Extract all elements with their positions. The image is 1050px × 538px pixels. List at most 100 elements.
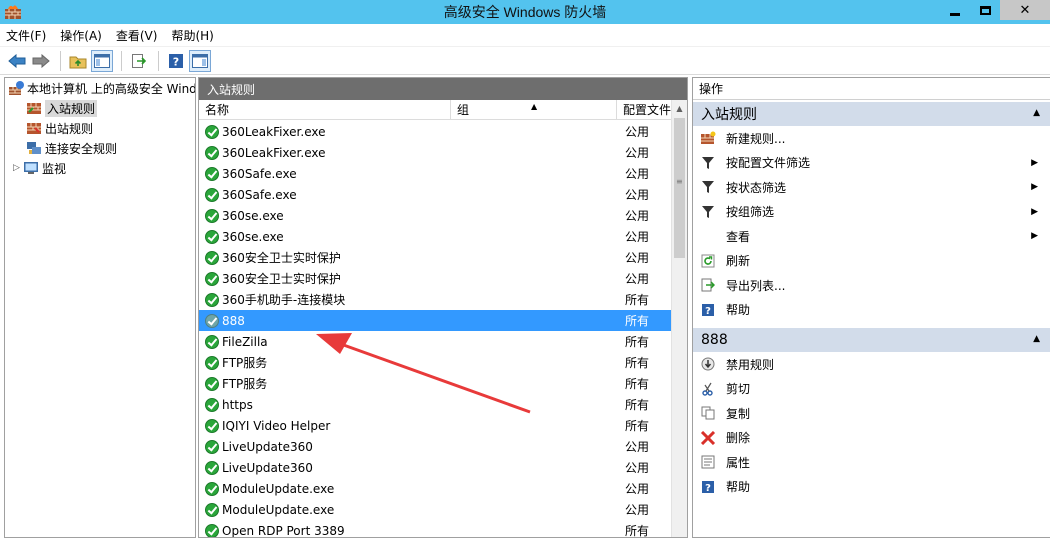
close-button[interactable]: ✕ [1000, 0, 1050, 20]
action-filter-profile[interactable]: 按配置文件筛选 ▶ [693, 151, 1050, 176]
rule-name-cell: 360LeakFixer.exe [199, 145, 617, 160]
scroll-thumb[interactable]: ≡ [674, 118, 685, 258]
rule-name-cell: 360LeakFixer.exe [199, 124, 617, 139]
enabled-check-icon [205, 229, 219, 244]
column-name[interactable]: 名称 [199, 99, 451, 120]
table-row[interactable]: ModuleUpdate.exe 公用 [199, 499, 671, 520]
rule-name-cell: FileZilla [199, 334, 617, 349]
forward-button[interactable] [30, 50, 52, 72]
show-tree-button[interactable] [91, 49, 113, 72]
menu-file[interactable]: 文件(F) [6, 27, 46, 44]
action-new-rule[interactable]: 新建规则... [693, 126, 1050, 151]
collapse-icon[interactable]: ▲ [1033, 108, 1040, 118]
svg-text:?: ? [173, 55, 179, 68]
tree-item-monitoring[interactable]: ▷ 监视 [5, 158, 195, 178]
actions-section-selected[interactable]: 888 ▲ [693, 328, 1050, 352]
enabled-check-icon [205, 355, 219, 370]
show-action-pane-button[interactable] [189, 49, 211, 72]
table-row[interactable]: 360Safe.exe 公用 [199, 163, 671, 184]
toolbar-separator [158, 50, 159, 71]
table-row[interactable]: ModuleUpdate.exe 公用 [199, 478, 671, 499]
table-row[interactable]: 360Safe.exe 公用 [199, 184, 671, 205]
rule-name-cell: 360手机助手-连接模块 [199, 291, 617, 308]
rule-name-cell: 360Safe.exe [199, 187, 617, 202]
rule-profile: 公用 [625, 125, 650, 139]
table-row[interactable]: Open RDP Port 3389 所有 [199, 520, 671, 537]
rule-name: ModuleUpdate.exe [222, 481, 335, 496]
action-export-list[interactable]: 导出列表... [693, 273, 1050, 298]
back-arrow-icon [8, 53, 26, 68]
minimize-icon [950, 12, 960, 16]
table-row[interactable]: 360LeakFixer.exe 公用 [199, 121, 671, 142]
column-profile[interactable]: 配置文件 [617, 100, 671, 120]
menu-help[interactable]: 帮助(H) [171, 27, 213, 44]
action-refresh[interactable]: 刷新 [693, 249, 1050, 274]
action-view[interactable]: 查看 ▶ [693, 224, 1050, 249]
action-properties[interactable]: 属性 [693, 450, 1050, 475]
table-row[interactable]: IQIYI Video Helper 所有 [199, 415, 671, 436]
rule-name: 888 [222, 313, 245, 328]
up-folder-button[interactable] [67, 50, 89, 72]
actions-pane: 操作 入站规则 ▲ 新建规则... 按配置文件筛选 ▶ 按状态筛选 ▶ 按组筛选… [692, 77, 1050, 538]
rule-name: https [222, 397, 253, 412]
table-row[interactable]: FTP服务 所有 [199, 352, 671, 373]
minimize-button[interactable] [940, 0, 970, 20]
table-row[interactable]: 888 所有 [199, 310, 671, 331]
tree-item-inbound[interactable]: 入站规则 [5, 98, 195, 118]
action-filter-group[interactable]: 按组筛选 ▶ [693, 200, 1050, 225]
vertical-scrollbar[interactable]: ▲ ≡ [671, 100, 687, 537]
table-row[interactable]: 360se.exe 公用 [199, 205, 671, 226]
table-row[interactable]: 360LeakFixer.exe 公用 [199, 142, 671, 163]
table-row[interactable]: FTP服务 所有 [199, 373, 671, 394]
firewall-icon [5, 5, 21, 19]
table-row[interactable]: LiveUpdate360 公用 [199, 457, 671, 478]
enabled-check-icon [205, 145, 219, 160]
actions-section-inbound[interactable]: 入站规则 ▲ [693, 102, 1050, 126]
action-cut[interactable]: 剪切 [693, 377, 1050, 402]
tree-root[interactable]: 本地计算机 上的高级安全 Windows 防火墙 [5, 78, 195, 98]
back-button[interactable] [6, 50, 28, 72]
table-row[interactable]: 360se.exe 公用 [199, 226, 671, 247]
action-pane-icon [192, 53, 208, 68]
column-group-label: 组 [457, 103, 470, 117]
expand-arrow-icon[interactable]: ▷ [13, 163, 23, 173]
action-label: 按配置文件筛选 [726, 156, 811, 171]
tree-item-connection-security[interactable]: 连接安全规则 [5, 138, 195, 158]
table-row[interactable]: LiveUpdate360 公用 [199, 436, 671, 457]
rule-profile: 所有 [625, 293, 650, 307]
action-help-selected[interactable]: ? 帮助 [693, 475, 1050, 500]
table-row[interactable]: https 所有 [199, 394, 671, 415]
menu-action[interactable]: 操作(A) [60, 27, 102, 44]
menu-view[interactable]: 查看(V) [116, 27, 158, 44]
table-row[interactable]: 360安全卫士实时保护 公用 [199, 268, 671, 289]
section-title: 入站规则 [701, 107, 757, 123]
table-row[interactable]: FileZilla 所有 [199, 331, 671, 352]
rule-name: 360Safe.exe [222, 187, 297, 202]
window-controls: ✕ [940, 0, 1050, 20]
table-row[interactable]: 360安全卫士实时保护 公用 [199, 247, 671, 268]
export-button[interactable] [128, 50, 150, 72]
rule-name: 360se.exe [222, 208, 284, 223]
scroll-up-icon[interactable]: ▲ [672, 100, 687, 117]
action-delete[interactable]: 删除 [693, 426, 1050, 451]
rule-profile: 公用 [625, 167, 650, 181]
export-list-icon [699, 277, 717, 293]
action-copy[interactable]: 复制 [693, 401, 1050, 426]
enabled-check-icon [205, 523, 219, 537]
rule-name: LiveUpdate360 [222, 439, 313, 454]
maximize-button[interactable] [970, 0, 1000, 20]
help-toolbar-button[interactable]: ? [165, 50, 187, 72]
enabled-check-icon [205, 439, 219, 454]
table-row[interactable]: 360手机助手-连接模块 所有 [199, 289, 671, 310]
column-group[interactable]: 组 ▲ [451, 99, 617, 120]
rule-name: 360手机助手-连接模块 [222, 293, 346, 307]
tree-item-outbound[interactable]: 出站规则 [5, 118, 195, 138]
action-filter-state[interactable]: 按状态筛选 ▶ [693, 175, 1050, 200]
collapse-icon[interactable]: ▲ [1033, 334, 1040, 344]
filter-icon [699, 204, 717, 220]
action-disable-rule[interactable]: 禁用规则 [693, 352, 1050, 377]
action-label: 禁用规则 [726, 357, 775, 372]
title-bar: 高级安全 Windows 防火墙 ✕ [0, 0, 1050, 24]
toolbar-separator [121, 50, 122, 71]
action-help[interactable]: ? 帮助 [693, 298, 1050, 323]
